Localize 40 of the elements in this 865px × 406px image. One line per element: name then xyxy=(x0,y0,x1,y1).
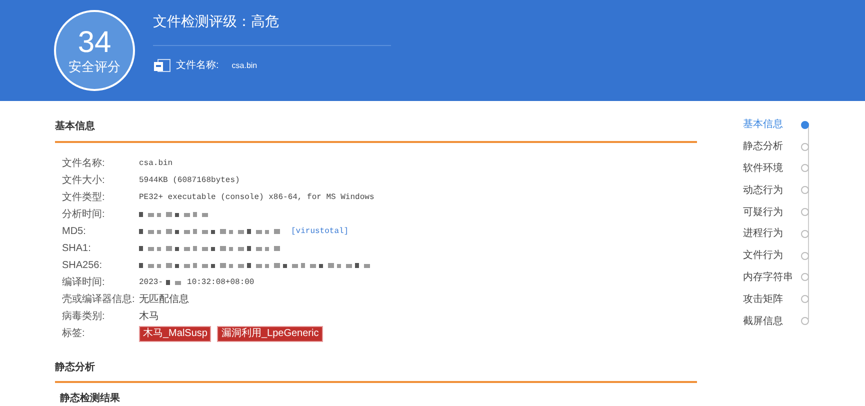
tag: 漏洞利用_LpeGeneric xyxy=(217,326,323,342)
file-icon xyxy=(153,59,171,72)
field-label: 文件大小: xyxy=(61,174,106,188)
score-label: 安全评分 xyxy=(68,58,120,74)
rating-title: 文件检测评级：高危 xyxy=(153,12,280,31)
field-label: MD5: xyxy=(61,225,87,239)
nav-item[interactable]: 进程行为 xyxy=(743,226,801,242)
field-value: 5944KB (6087168bytes) xyxy=(139,174,240,186)
score-value: 34 xyxy=(78,26,112,58)
field-label: 编译时间: xyxy=(61,276,106,290)
field-label: 文件类型: xyxy=(61,190,106,205)
subsection-title: 静态检测结果 xyxy=(58,392,120,406)
field-label: SHA1: xyxy=(61,242,92,256)
nav-item[interactable]: 截屏信息 xyxy=(743,314,801,329)
field-label: 分析时间: xyxy=(61,208,106,222)
field-value: 无匹配信息 xyxy=(139,292,189,307)
file-name-label: 文件名称: xyxy=(176,58,219,73)
field-label: 壳或编译器信息: xyxy=(61,292,136,307)
section-title: 基本信息 xyxy=(55,120,95,134)
nav-item[interactable]: 动态行为 xyxy=(743,182,801,198)
field-value: 木马 xyxy=(139,310,159,324)
nav-item[interactable]: 可疑行为 xyxy=(743,204,801,220)
section-title: 静态分析 xyxy=(55,360,95,375)
field-label: 文件名称: xyxy=(61,156,106,171)
nav-item[interactable]: 内存字符串 xyxy=(743,270,801,285)
nav-item[interactable]: 文件行为 xyxy=(743,248,801,264)
time-value: 10:32:08+08:00 xyxy=(187,276,254,288)
date-prefix: 2023- xyxy=(139,276,164,288)
nav-item[interactable]: 攻击矩阵 xyxy=(743,292,801,307)
field-label: 标签: xyxy=(61,326,86,341)
field-label: 病毒类别: xyxy=(61,310,106,324)
virustotal-link[interactable]: [virustotal] xyxy=(291,226,349,238)
nav-item[interactable]: 静态分析 xyxy=(743,139,801,154)
tag: 木马_MalSusp xyxy=(139,326,212,342)
field-value: PE32+ executable (console) x86-64, for MS Windows xyxy=(139,192,374,204)
nav-item[interactable]: 软件环境 xyxy=(743,160,801,176)
field-label: SHA256: xyxy=(61,259,104,273)
field-value: csa.bin xyxy=(139,158,173,170)
nav-item[interactable]: 基本信息 xyxy=(743,117,801,132)
file-name-value: csa.bin xyxy=(232,60,258,72)
